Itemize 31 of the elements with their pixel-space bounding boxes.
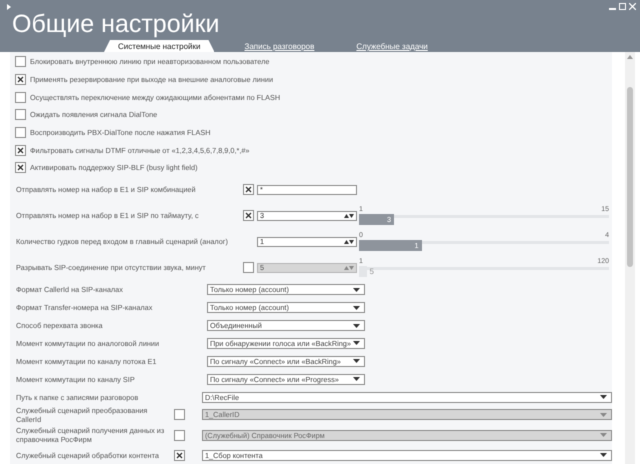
dropdown-caret-icon [353, 306, 360, 310]
checkbox[interactable] [15, 92, 26, 103]
dropdown-caret-icon [600, 433, 607, 438]
checkbox[interactable] [15, 56, 26, 68]
dropdown-caret-icon [600, 453, 607, 458]
checkbox[interactable] [15, 127, 26, 138]
tab[interactable]: Системные настройки [104, 40, 214, 52]
scrollbar-thumb[interactable] [627, 87, 633, 267]
checkbox[interactable] [174, 409, 185, 420]
tab[interactable]: Запись разговоров [232, 40, 326, 52]
spin-arrows-icon [344, 213, 354, 218]
dropdown-caret-icon [353, 377, 360, 382]
dropdown-caret-icon [600, 412, 607, 417]
checkbox[interactable] [15, 109, 26, 120]
dropdown-caret-icon [353, 324, 360, 328]
checkbox[interactable] [243, 262, 254, 274]
slider-value: 5 [370, 266, 374, 278]
dropdown-caret-icon [353, 341, 360, 346]
spin-arrows-icon [344, 265, 354, 270]
dropdown-caret-icon [353, 359, 360, 364]
close-icon[interactable] [629, 3, 636, 10]
checkbox[interactable] [174, 430, 185, 441]
scrollbar[interactable] [625, 52, 635, 464]
dropdown-caret-icon [353, 288, 360, 292]
maximize-icon[interactable] [619, 3, 626, 10]
play-icon[interactable] [7, 4, 11, 10]
window-title: Общие настройки [12, 10, 220, 38]
spin-arrows-icon [344, 239, 354, 244]
scroll-up-icon[interactable] [627, 55, 633, 59]
tab[interactable]: Служебные задачи [344, 40, 440, 52]
dropdown-caret-icon [600, 395, 607, 400]
